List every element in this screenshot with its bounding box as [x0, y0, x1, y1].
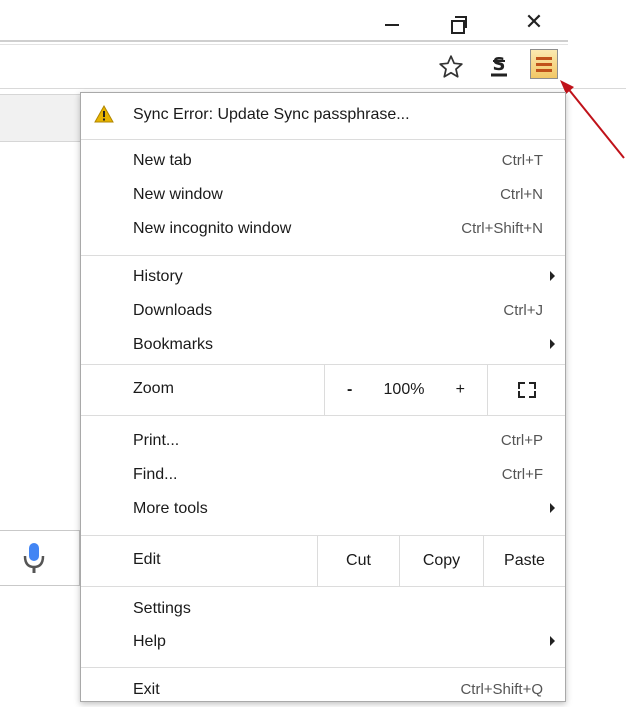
menu-item-label: History [133, 268, 183, 285]
submenu-arrow-icon [550, 503, 555, 513]
menu-item-settings[interactable]: Settings [133, 600, 543, 626]
menu-item-history[interactable]: History [133, 268, 555, 294]
menu-item-shortcut: Ctrl+J [503, 302, 543, 319]
svg-text:S: S [493, 54, 506, 75]
zoom-controls: - 100% + [324, 365, 487, 415]
hamburger-menu-icon [536, 56, 552, 72]
menu-item-print[interactable]: Print... Ctrl+P [133, 432, 543, 458]
copy-label: Copy [422, 552, 461, 569]
menu-item-label: New window [133, 186, 223, 203]
edit-label: Edit [133, 551, 161, 568]
zoom-in-button[interactable]: + [456, 381, 465, 399]
menu-item-label: Print... [133, 432, 180, 449]
menu-item-shortcut: Ctrl+F [501, 466, 543, 483]
menu-separator [81, 415, 565, 416]
warning-icon [94, 105, 114, 123]
menu-item-new-window[interactable]: New window Ctrl+N [133, 186, 543, 212]
menu-item-new-incognito-window[interactable]: New incognito window Ctrl+Shift+N [133, 220, 543, 246]
submenu-arrow-icon [550, 339, 555, 349]
menu-item-exit[interactable]: Exit Ctrl+Shift+Q [133, 681, 543, 707]
menu-item-shortcut: Ctrl+T [501, 152, 543, 169]
menu-item-label: New incognito window [133, 220, 292, 237]
pointer-arrow [560, 80, 625, 159]
menu-item-label: More tools [133, 500, 208, 517]
submenu-arrow-icon [550, 636, 555, 646]
close-button[interactable]: ✕ [514, 6, 554, 40]
extension-icon: S [491, 54, 507, 77]
fullscreen-icon [517, 382, 536, 398]
menu-item-label: Exit [133, 681, 160, 698]
bookmark-star-button[interactable] [434, 50, 468, 84]
close-icon: ✕ [524, 10, 544, 35]
sync-error-label: Sync Error: Update Sync passphrase... [133, 106, 410, 123]
omnibox-edge [0, 44, 568, 45]
menu-item-find[interactable]: Find... Ctrl+F [133, 466, 543, 492]
minimize-icon [385, 24, 399, 26]
extension-button[interactable]: S [482, 50, 516, 84]
copy-button[interactable]: Copy [399, 536, 483, 586]
zoom-label: Zoom [133, 380, 174, 397]
toolbar-divider [0, 88, 626, 89]
menu-item-label: Downloads [133, 302, 213, 319]
zoom-out-button[interactable]: - [347, 381, 352, 399]
menu-item-downloads[interactable]: Downloads Ctrl+J [133, 302, 543, 328]
minimize-button[interactable] [372, 6, 412, 40]
menu-separator [81, 667, 565, 668]
menu-item-shortcut: Ctrl+Shift+N [461, 220, 543, 237]
cut-button[interactable]: Cut [317, 536, 399, 586]
microphone-icon[interactable] [20, 540, 48, 576]
menu-item-label: Find... [133, 466, 178, 483]
zoom-level: 100% [383, 381, 425, 398]
edit-row: Edit Cut Copy Paste [81, 536, 565, 586]
restore-button[interactable] [440, 6, 480, 40]
paste-button[interactable]: Paste [483, 536, 565, 586]
menu-item-bookmarks[interactable]: Bookmarks [133, 336, 555, 362]
fullscreen-button[interactable] [487, 365, 565, 415]
paste-label: Paste [504, 552, 545, 569]
menu-item-label: Bookmarks [133, 336, 214, 353]
menu-item-help[interactable]: Help [133, 633, 555, 659]
omnibox-border [0, 40, 568, 42]
menu-item-shortcut: Ctrl+P [500, 432, 543, 449]
menu-separator [81, 139, 565, 140]
menu-item-more-tools[interactable]: More tools [133, 500, 555, 526]
menu-item-new-tab[interactable]: New tab Ctrl+T [133, 152, 543, 178]
star-icon [439, 55, 463, 78]
menu-separator [81, 255, 565, 256]
submenu-arrow-icon [550, 271, 555, 281]
menu-separator [81, 586, 565, 587]
sync-error-item[interactable]: Sync Error: Update Sync passphrase... [81, 93, 565, 139]
menu-item-label: Help [133, 633, 166, 650]
chrome-menu-button[interactable] [530, 49, 558, 79]
menu-item-shortcut: Ctrl+N [500, 186, 543, 203]
zoom-row: Zoom - 100% + [81, 365, 565, 415]
menu-item-label: New tab [133, 152, 192, 169]
chrome-dropdown-menu: Sync Error: Update Sync passphrase... Ne… [80, 92, 566, 702]
menu-item-label: Settings [133, 600, 191, 617]
page-content-strip [0, 94, 80, 142]
cut-label: Cut [346, 552, 371, 569]
